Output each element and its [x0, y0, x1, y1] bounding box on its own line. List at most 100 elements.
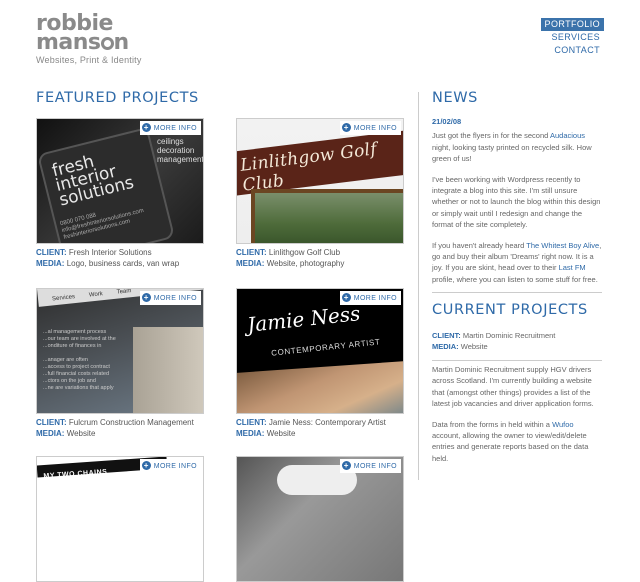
media-label: MEDIA:: [236, 429, 265, 438]
plus-icon: +: [141, 123, 151, 132]
thumbnail-text: MY TWO CHAINS: [43, 468, 108, 481]
client-value: Fresh Interior Solutions: [68, 248, 152, 257]
wufoo-link[interactable]: Wufoo: [552, 420, 574, 429]
plus-icon: +: [341, 123, 351, 132]
project-meta: CLIENT: Fulcrum Construction Management …: [36, 417, 204, 439]
media-label: MEDIA:: [432, 342, 459, 352]
thumbnail-side-text: ceilings decoration management: [157, 137, 204, 164]
project-thumbnail[interactable]: + MORE INFO: [236, 456, 404, 582]
client-value: Martin Dominic Recruitment: [462, 331, 556, 340]
last-fm-link[interactable]: Last FM: [559, 263, 586, 272]
media-value: Logo, business cards, van wrap: [66, 259, 180, 268]
logo-tagline: Websites, Print & Identity: [36, 55, 142, 65]
more-info-label: MORE INFO: [353, 463, 397, 470]
project-thumbnail[interactable]: MY TWO CHAINS + MORE INFO: [36, 456, 204, 582]
logo-wordmark: robbie mans n: [36, 13, 142, 55]
thumbnail-text: Jamie Ness: [246, 301, 362, 337]
current-paragraph: Data from the forms in held within a Wuf…: [432, 419, 604, 465]
plus-icon: +: [341, 293, 351, 302]
client-value: Linlithgow Golf Club: [268, 248, 341, 257]
thumbnail-tab: Services: [51, 294, 76, 303]
media-label: MEDIA:: [36, 429, 65, 438]
logo-ring-icon: [100, 37, 114, 50]
project-thumbnail[interactable]: Jamie Ness CONTEMPORARY ARTIST + MORE INF…: [236, 288, 404, 414]
current-projects-heading: CURRENT PROJECTS: [432, 302, 588, 318]
project-card-jamie-ness: Jamie Ness CONTEMPORARY ARTIST + MORE INF…: [236, 288, 404, 439]
project-card-5: MY TWO CHAINS + MORE INFO: [36, 456, 204, 582]
nav-services[interactable]: SERVICES: [541, 31, 604, 44]
thumbnail-photo: [237, 360, 403, 413]
news-paragraph: If you haven't already heard The Whitest…: [432, 240, 604, 286]
current-project-meta: CLIENT: Martin Dominic Recruitment MEDIA…: [432, 330, 604, 353]
thumbnail-tab: Team: [116, 288, 132, 296]
audacious-link[interactable]: Audacious: [550, 131, 585, 140]
media-value: Website: [66, 429, 96, 438]
more-info-button[interactable]: + MORE INFO: [139, 121, 201, 135]
news-text: night, looking tasty printed on recycled…: [432, 142, 592, 164]
current-divider: [432, 360, 602, 361]
media-value: Website: [460, 342, 488, 352]
thumbnail-photo: [251, 189, 403, 243]
more-info-button[interactable]: + MORE INFO: [339, 459, 401, 473]
more-info-label: MORE INFO: [153, 463, 197, 470]
thumbnail-text: ...al management process ...our team are…: [43, 329, 116, 391]
project-thumbnail[interactable]: Linlithgow Golf Club + MORE INFO: [236, 118, 404, 244]
news-text: profile, where you can listen to some st…: [432, 274, 598, 284]
more-info-label: MORE INFO: [353, 295, 397, 302]
project-thumbnail[interactable]: Services Work Team ...al management proces…: [36, 288, 204, 414]
more-info-label: MORE INFO: [153, 295, 197, 302]
news-paragraph: I've been working with Wordpress recentl…: [432, 174, 601, 230]
news-text: If you haven't already heard: [432, 240, 527, 250]
plus-icon: +: [141, 461, 151, 470]
thumbnail-tab: Work: [88, 291, 104, 299]
client-value: Jamie Ness: Contemporary Artist: [268, 418, 386, 427]
more-info-button[interactable]: + MORE INFO: [139, 291, 201, 305]
media-value: Website, photography: [266, 259, 345, 268]
client-label: CLIENT:: [236, 418, 267, 427]
project-card-6: + MORE INFO: [236, 456, 404, 582]
nav-contact[interactable]: CONTACT: [541, 44, 604, 57]
more-info-label: MORE INFO: [153, 125, 197, 132]
logo-line-2b: n: [113, 30, 130, 55]
plus-icon: +: [141, 293, 151, 302]
logo-line-2a: mans: [36, 30, 101, 55]
thumbnail-photo: [133, 327, 203, 413]
news-heading: NEWS: [432, 90, 478, 106]
client-label: CLIENT:: [36, 248, 67, 257]
featured-projects-heading: FEATURED PROJECTS: [36, 90, 199, 106]
current-paragraph: Martin Dominic Recruitment supply HGV dr…: [432, 365, 594, 409]
more-info-button[interactable]: + MORE INFO: [339, 121, 401, 135]
news-body: 21/02/08 Just got the flyers in for the …: [432, 116, 604, 294]
thumbnail-subtext: CONTEMPORARY ARTIST: [270, 337, 381, 358]
client-value: Fulcrum Construction Management: [68, 418, 194, 427]
more-info-label: MORE INFO: [353, 125, 397, 132]
project-meta: CLIENT: Linlithgow Golf Club MEDIA: Webs…: [236, 247, 404, 269]
current-text: Data from the forms in held within a: [432, 419, 553, 429]
media-label: MEDIA:: [36, 259, 65, 268]
more-info-button[interactable]: + MORE INFO: [339, 291, 401, 305]
thumbnail-text: Linlithgow Golf Club: [239, 139, 379, 196]
news-date: 21/02/08: [432, 117, 462, 126]
nav-portfolio[interactable]: PORTFOLIO: [540, 18, 604, 31]
site-logo[interactable]: robbie mans n Websites, Print & Identity: [36, 13, 142, 66]
whitest-boy-alive-link[interactable]: The Whitest Boy Alive: [526, 241, 599, 250]
project-meta: CLIENT: Jamie Ness: Contemporary Artist …: [236, 417, 404, 439]
current-project-body: Martin Dominic Recruitment supply HGV dr…: [432, 364, 604, 473]
project-card-linlithgow: Linlithgow Golf Club + MORE INFO CLIENT: …: [236, 118, 404, 269]
news-paragraph: Just got the flyers in for the second Au…: [432, 130, 604, 164]
media-value: Website: [266, 429, 296, 438]
client-label: CLIENT:: [236, 248, 267, 257]
client-label: CLIENT:: [36, 418, 67, 427]
project-card-fresh-interior: fresh interior solutions 0800 070 088 in…: [36, 118, 204, 269]
client-label: CLIENT:: [432, 331, 461, 340]
current-text: account, allowing the owner to view/edit…: [432, 431, 589, 463]
project-thumbnail[interactable]: fresh interior solutions 0800 070 088 in…: [36, 118, 204, 244]
main-nav: PORTFOLIO SERVICES CONTACT: [540, 18, 604, 57]
media-label: MEDIA:: [236, 259, 265, 268]
more-info-button[interactable]: + MORE INFO: [139, 459, 201, 473]
project-meta: CLIENT: Fresh Interior Solutions MEDIA: …: [36, 247, 204, 269]
news-text: Just got the flyers in for the second: [432, 131, 550, 141]
column-divider: [418, 92, 419, 480]
project-card-fulcrum: Services Work Team ...al management proces…: [36, 288, 204, 439]
plus-icon: +: [341, 461, 351, 470]
